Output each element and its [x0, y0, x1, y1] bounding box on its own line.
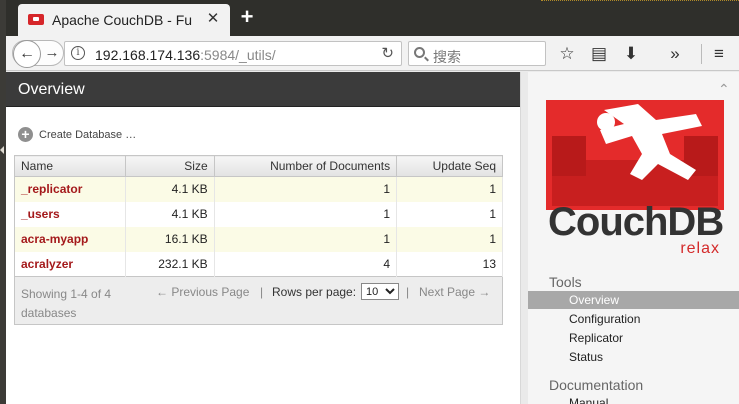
column-header-name[interactable]: Name: [14, 155, 126, 177]
address-bar[interactable]: i 192.168.174.136:5984/_utils/ ↻: [64, 41, 402, 66]
database-update-seq: 1: [396, 176, 503, 202]
table-row: _users 4.1 KB 1 1: [14, 201, 503, 227]
pagination-bar: Showing 1-4 of 4 databases ← Previous Pa…: [14, 277, 503, 325]
navigation-toolbar: ← → i 192.168.174.136:5984/_utils/ ↻ 搜索 …: [6, 36, 739, 71]
close-tab-icon[interactable]: ✕: [204, 10, 222, 28]
browser-tab[interactable]: Apache CouchDB - Futon ✕: [18, 4, 230, 36]
previous-page-link[interactable]: ← Previous Page: [156, 285, 249, 299]
database-size: 16.1 KB: [125, 226, 215, 252]
database-update-seq: 1: [396, 226, 503, 252]
menu-hamburger-icon[interactable]: ≡: [708, 44, 730, 66]
pagination-summary: Showing 1-4 of 4 databases: [21, 287, 112, 320]
sidebar-item-manual[interactable]: Manual: [528, 394, 739, 404]
new-tab-icon[interactable]: +: [236, 6, 258, 28]
collapse-sidebar-icon[interactable]: ⌃: [718, 82, 732, 96]
database-name-link[interactable]: _users: [14, 201, 126, 227]
couchdb-logo: CouchDB relax: [546, 100, 724, 258]
tabbar-decoration: [541, 0, 739, 2]
column-header-update-seq[interactable]: Update Seq: [396, 155, 503, 177]
database-doc-count: 1: [214, 201, 398, 227]
search-input[interactable]: 搜索: [408, 41, 546, 66]
database-name-link[interactable]: acra-myapp: [14, 226, 126, 252]
column-header-documents[interactable]: Number of Documents: [214, 155, 398, 177]
rows-per-page-select[interactable]: 10: [361, 283, 399, 300]
tab-title: Apache CouchDB - Futon: [52, 12, 192, 28]
database-size: 232.1 KB: [125, 251, 215, 277]
url-host: 192.168.174.136: [95, 47, 201, 63]
browser-window: Apache CouchDB - Futon ✕ + ← → i 192.168…: [6, 0, 739, 404]
back-forward-group: ← →: [12, 40, 64, 68]
database-doc-count: 1: [214, 226, 398, 252]
rows-per-page-label: Rows per page:: [272, 285, 357, 299]
back-arrow-icon[interactable]: ←: [13, 40, 41, 68]
database-doc-count: 1: [214, 176, 398, 202]
logo-red-panel: [546, 100, 724, 210]
table-row: acra-myapp 16.1 KB 1 1: [14, 226, 503, 252]
create-database-label: Create Database …: [39, 129, 137, 141]
sidebar: ⌃ CouchDB relax Tools Overview Configura…: [528, 72, 739, 404]
bookmark-star-icon[interactable]: ☆: [556, 44, 578, 66]
next-page-link[interactable]: Next Page →: [419, 285, 490, 299]
logo-wordmark: CouchDB: [548, 200, 724, 244]
database-doc-count: 4: [214, 251, 398, 277]
search-icon: [414, 47, 425, 58]
reading-list-icon[interactable]: ▤: [588, 44, 610, 66]
database-name-link[interactable]: acralyzer: [14, 251, 126, 277]
active-window-marker: [0, 146, 4, 154]
column-header-size[interactable]: Size: [125, 155, 215, 177]
toolbar-separator: [701, 44, 702, 64]
documentation-section-title: Documentation: [549, 377, 644, 393]
sidebar-item-overview[interactable]: Overview: [528, 291, 739, 309]
reload-icon[interactable]: ↻: [381, 44, 394, 62]
download-arrow-icon[interactable]: ⬇: [620, 44, 642, 66]
page-title: Overview: [18, 81, 85, 98]
database-update-seq: 13: [396, 251, 503, 277]
overflow-chevron-icon[interactable]: »: [664, 44, 686, 66]
add-circle-icon: +: [18, 127, 33, 142]
couch-jumper-icon: [546, 100, 724, 210]
main-panel: Overview + Create Database … Name Size N…: [6, 72, 528, 404]
couchdb-favicon-icon: [28, 14, 44, 25]
database-name-link[interactable]: _replicator: [14, 176, 126, 202]
sidebar-item-replicator[interactable]: Replicator: [528, 329, 739, 347]
tab-bar: Apache CouchDB - Futon ✕ +: [6, 0, 739, 36]
databases-table: Name Size Number of Documents Update Seq…: [14, 155, 503, 277]
database-size: 4.1 KB: [125, 201, 215, 227]
tools-section-title: Tools: [549, 274, 582, 290]
overview-header: Overview: [6, 72, 528, 107]
database-update-seq: 1: [396, 201, 503, 227]
pager-separator: |: [406, 285, 410, 299]
sidebar-item-status[interactable]: Status: [528, 348, 739, 366]
forward-arrow-icon[interactable]: →: [42, 43, 62, 63]
table-row: _replicator 4.1 KB 1 1: [14, 176, 503, 202]
page-content: Overview + Create Database … Name Size N…: [6, 72, 739, 404]
pager-separator: |: [260, 285, 264, 299]
site-info-icon[interactable]: i: [71, 46, 85, 60]
table-row: acralyzer 232.1 KB 4 13: [14, 251, 503, 277]
logo-tagline: relax: [680, 240, 720, 257]
search-placeholder: 搜索: [433, 49, 461, 65]
sidebar-splitter[interactable]: [520, 72, 528, 404]
database-size: 4.1 KB: [125, 176, 215, 202]
url-text: 192.168.174.136:5984/_utils/: [95, 47, 276, 63]
sidebar-item-configuration[interactable]: Configuration: [528, 310, 739, 328]
url-path: :5984/_utils/: [200, 47, 276, 63]
